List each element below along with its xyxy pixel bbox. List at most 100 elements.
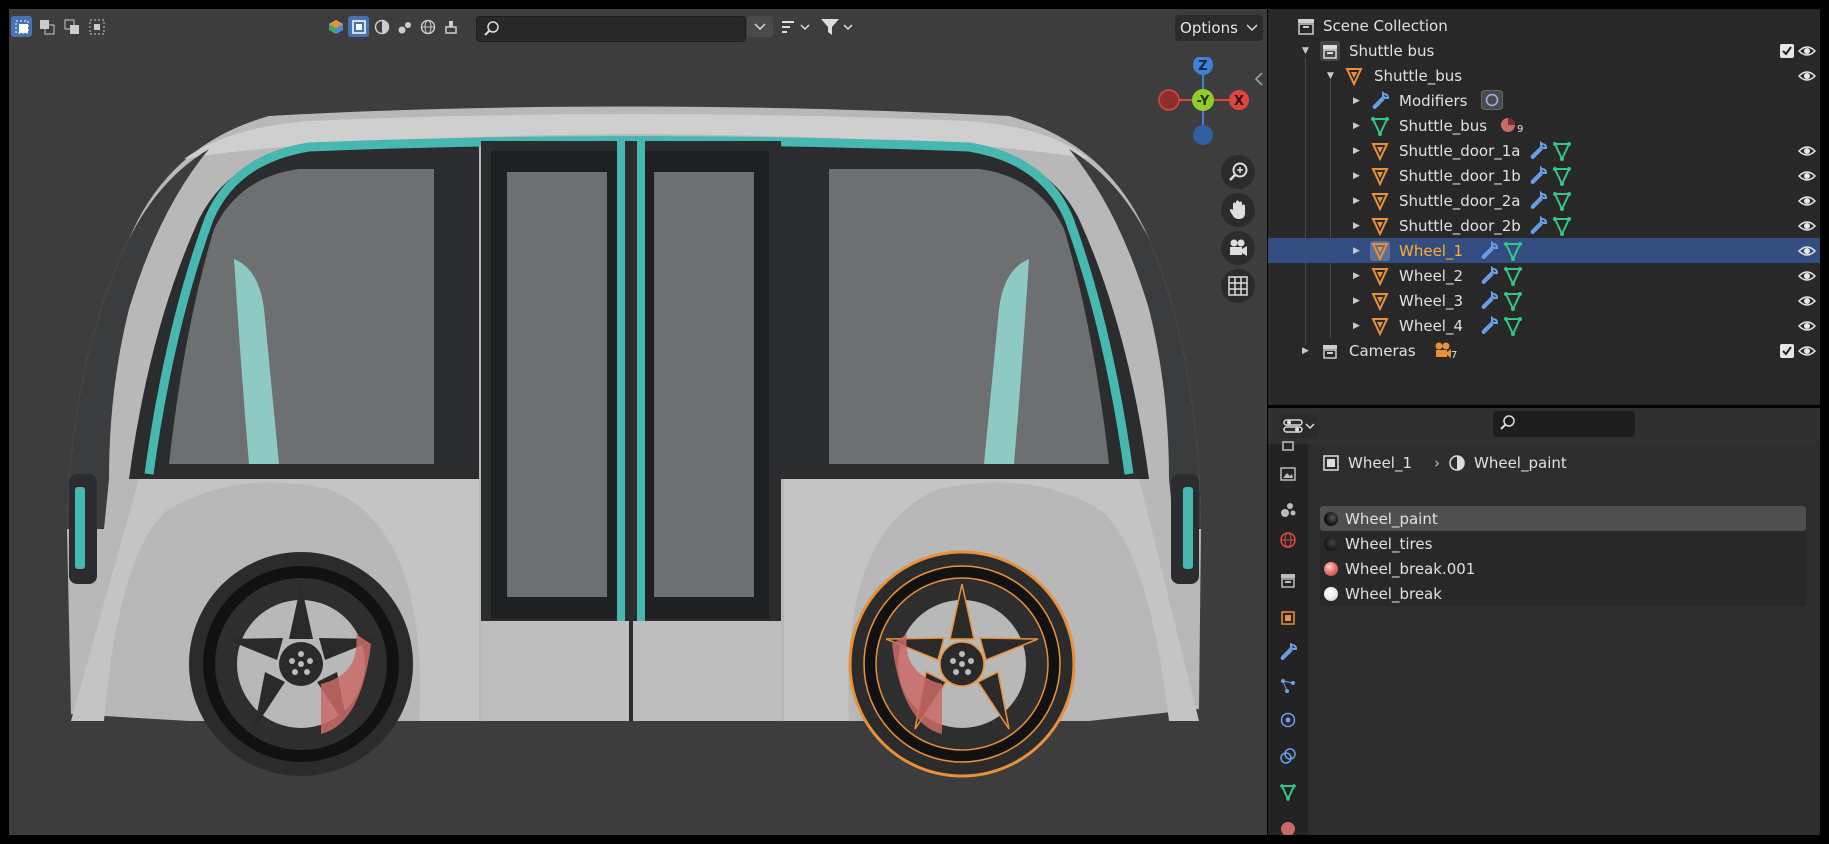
eye-icon[interactable] (1798, 144, 1816, 158)
mesh-data-icon[interactable] (1503, 316, 1523, 336)
select-box-new-button[interactable] (11, 16, 32, 37)
tab-material[interactable] (1276, 814, 1300, 835)
wrench-icon[interactable] (1479, 266, 1499, 286)
perspective-toggle-button[interactable] (1221, 269, 1255, 303)
select-extend-button[interactable] (36, 16, 57, 37)
camera-view-button[interactable] (1221, 231, 1255, 265)
mesh-data-icon[interactable] (1552, 216, 1572, 236)
material-filter-button[interactable] (371, 16, 392, 37)
wrench-icon[interactable] (1479, 316, 1499, 336)
expand-triangle-icon[interactable]: ▼ (1327, 71, 1337, 81)
tab-physics[interactable] (1276, 708, 1300, 732)
zoom-button[interactable] (1221, 155, 1255, 189)
expand-triangle-icon[interactable]: ▶ (1353, 246, 1363, 256)
outliner-row-object[interactable]: ▶ Shuttle_door_2b (1268, 213, 1820, 238)
eye-icon[interactable] (1798, 269, 1816, 283)
expand-triangle-icon[interactable]: ▶ (1353, 271, 1363, 281)
materials-badge-icon[interactable] (1499, 116, 1517, 134)
tab-modifiers[interactable] (1276, 640, 1300, 664)
exclude-checkbox[interactable] (1780, 343, 1794, 358)
eye-icon[interactable] (1798, 194, 1816, 208)
mesh-data-icon[interactable] (1503, 266, 1523, 286)
material-slot[interactable]: Wheel_break (1320, 581, 1806, 606)
shuttle-bus-model[interactable] (9, 9, 1267, 835)
outliner-row-object[interactable]: ▶ Shuttle_door_1a (1268, 138, 1820, 163)
tab-view-layer[interactable] (1276, 498, 1300, 522)
mesh-data-icon[interactable] (1552, 191, 1572, 211)
exclude-checkbox[interactable] (1780, 43, 1794, 58)
wrench-icon[interactable] (1479, 291, 1499, 311)
options-dropdown[interactable]: Options (1175, 15, 1263, 41)
outliner-row-mesh[interactable]: ▶ Shuttle_bus 9 (1268, 113, 1820, 138)
tab-output[interactable] (1276, 462, 1300, 486)
outliner-row-object[interactable]: ▶ Wheel_2 (1268, 263, 1820, 288)
world-filter-button[interactable] (417, 16, 438, 37)
eye-icon[interactable] (1798, 319, 1816, 333)
camera-icon[interactable] (1433, 340, 1453, 360)
tab-particles[interactable] (1276, 674, 1300, 698)
material-slot-active[interactable]: Wheel_paint (1320, 506, 1806, 531)
outliner-row-object[interactable]: ▶ Shuttle_door_2a (1268, 188, 1820, 213)
tab-collection[interactable] (1276, 568, 1300, 592)
select-invert-button[interactable] (86, 16, 107, 37)
tab-scene[interactable] (1276, 528, 1300, 552)
object-filter-button[interactable] (348, 16, 369, 37)
pan-button[interactable] (1221, 193, 1255, 227)
eye-icon[interactable] (1798, 169, 1816, 183)
tab-constraints[interactable] (1276, 744, 1300, 768)
outliner-row-object-selected[interactable]: ▶ Wheel_1 (1268, 238, 1820, 263)
editor-type-dropdown[interactable] (1280, 414, 1318, 438)
eye-icon[interactable] (1798, 244, 1816, 258)
wrench-icon[interactable] (1528, 216, 1548, 236)
expand-triangle-icon[interactable]: ▶ (1353, 96, 1363, 106)
tab-render[interactable] (1276, 436, 1300, 460)
tab-data[interactable] (1276, 780, 1300, 804)
wrench-icon[interactable] (1528, 191, 1548, 211)
mesh-data-icon[interactable] (1552, 166, 1572, 186)
expand-triangle-icon[interactable]: ▶ (1353, 196, 1363, 206)
eye-icon[interactable] (1798, 344, 1816, 358)
expand-triangle-icon[interactable]: ▶ (1353, 221, 1363, 231)
tab-object[interactable] (1276, 606, 1300, 630)
expand-triangle-icon[interactable]: ▶ (1353, 296, 1363, 306)
outliner-row-scene-collection[interactable]: Scene Collection (1268, 13, 1820, 38)
filter-dropdown-button[interactable] (747, 16, 773, 37)
outliner-row-object[interactable]: ▶ Wheel_3 (1268, 288, 1820, 313)
wrench-icon[interactable] (1528, 141, 1548, 161)
outliner-row-collection[interactable]: ▶ Cameras 7 (1268, 338, 1820, 363)
material-slot[interactable]: Wheel_break.001 (1320, 556, 1806, 581)
expand-triangle-icon[interactable]: ▶ (1353, 171, 1363, 181)
modifier-subsurf-icon[interactable] (1481, 90, 1503, 110)
texture-filter-button[interactable] (394, 16, 415, 37)
eye-icon[interactable] (1798, 69, 1816, 83)
eye-icon[interactable] (1798, 219, 1816, 233)
outliner-row-collection[interactable]: ▼ Shuttle bus (1268, 38, 1820, 63)
expand-triangle-icon[interactable]: ▶ (1353, 121, 1363, 131)
eye-icon[interactable] (1798, 44, 1816, 58)
list-sort-icon (782, 20, 810, 33)
wrench-icon[interactable] (1479, 241, 1499, 261)
outliner-row-object[interactable]: ▶ Wheel_4 (1268, 313, 1820, 338)
sort-dropdown-button[interactable] (779, 16, 813, 37)
all-types-button[interactable] (325, 16, 346, 37)
sidebar-toggle-icon[interactable] (1253, 70, 1265, 88)
3d-viewport[interactable]: Options Z X -Y (9, 9, 1267, 835)
expand-triangle-icon[interactable]: ▶ (1353, 146, 1363, 156)
mesh-data-icon[interactable] (1503, 291, 1523, 311)
brush-filter-button[interactable] (440, 16, 461, 37)
expand-triangle-icon[interactable]: ▶ (1353, 321, 1363, 331)
expand-triangle-icon[interactable]: ▶ (1302, 346, 1312, 356)
viewport-search-input[interactable] (476, 16, 746, 42)
outliner-row-modifiers[interactable]: ▶ Modifiers (1268, 88, 1820, 113)
material-slot[interactable]: Wheel_tires (1320, 531, 1806, 556)
wrench-icon[interactable] (1528, 166, 1548, 186)
select-subtract-button[interactable] (61, 16, 82, 37)
outliner-row-object[interactable]: ▼ Shuttle_bus (1268, 63, 1820, 88)
eye-icon[interactable] (1798, 294, 1816, 308)
mesh-data-icon[interactable] (1503, 241, 1523, 261)
funnel-dropdown-button[interactable] (819, 16, 855, 37)
expand-triangle-icon[interactable]: ▼ (1302, 46, 1312, 56)
properties-search-input[interactable] (1493, 411, 1635, 437)
mesh-data-icon[interactable] (1552, 141, 1572, 161)
outliner-row-object[interactable]: ▶ Shuttle_door_1b (1268, 163, 1820, 188)
